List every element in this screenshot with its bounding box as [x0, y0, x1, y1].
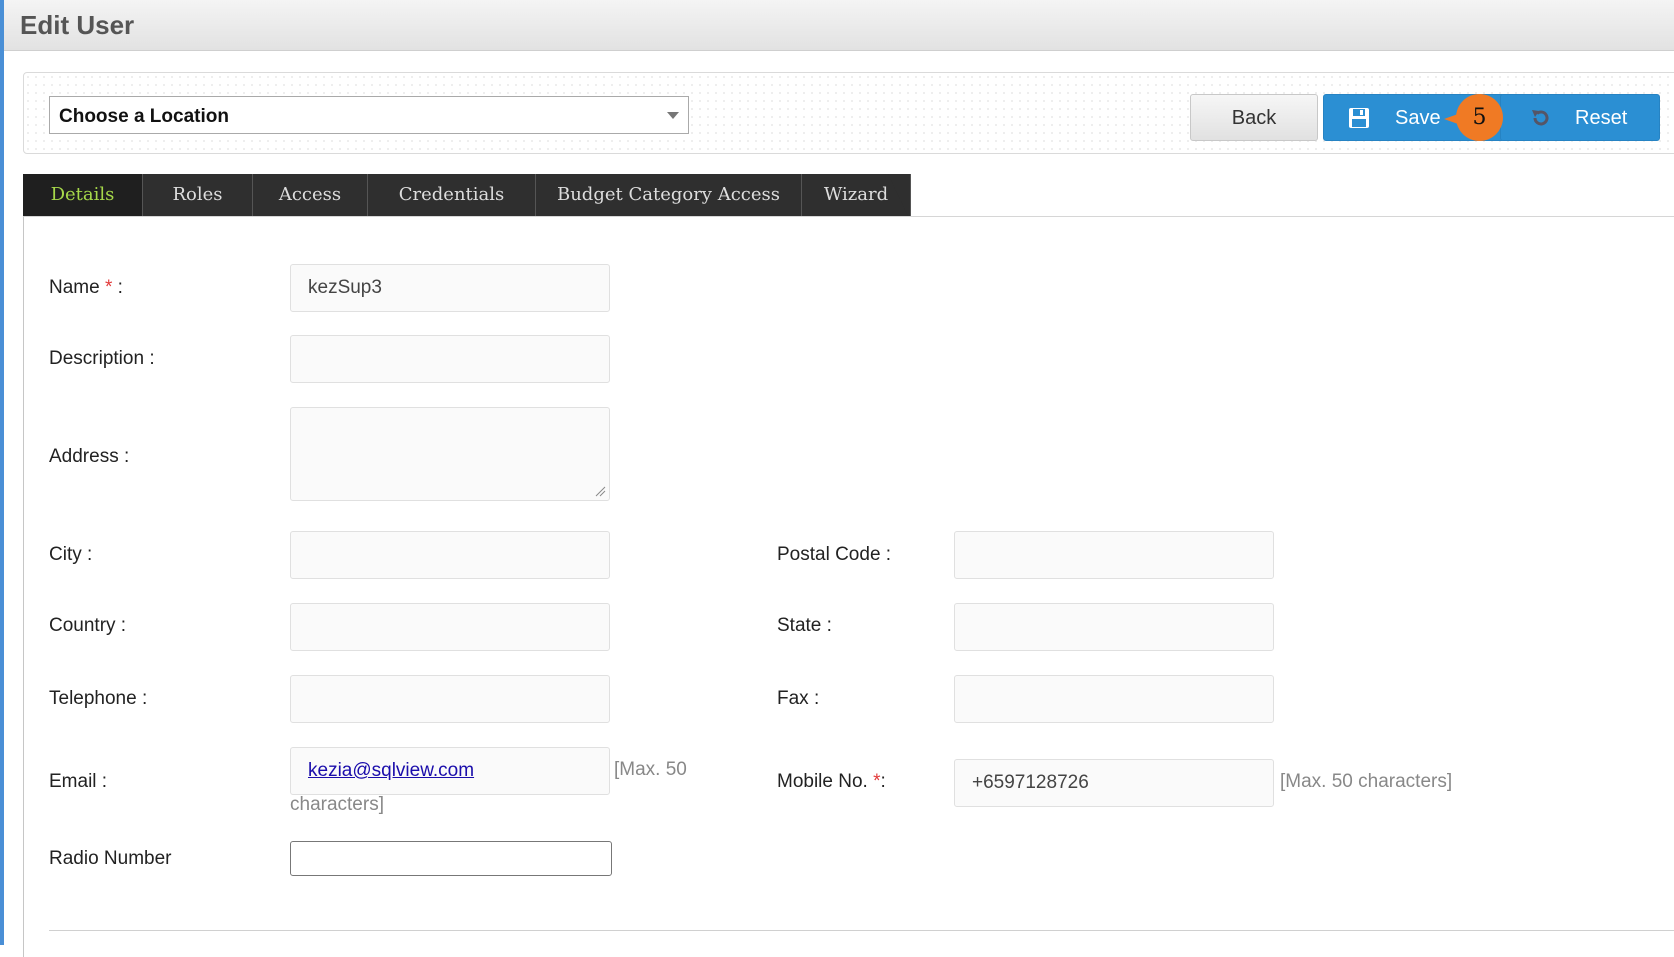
radio-number-label: Radio Number	[49, 848, 172, 869]
tab-label: Budget Category Access	[556, 184, 780, 205]
resize-grip-icon[interactable]	[594, 485, 606, 497]
location-select-value: Choose a Location	[59, 106, 229, 127]
tab-bar: Details Roles Access Credentials Budget …	[23, 174, 913, 216]
step-badge: 5	[1456, 94, 1503, 141]
radio-number-input[interactable]	[290, 841, 612, 876]
postal-code-input[interactable]	[954, 531, 1274, 579]
city-input[interactable]	[290, 531, 610, 579]
tab-end-cap	[888, 174, 908, 216]
description-label: Description :	[49, 348, 155, 369]
name-input[interactable]: kezSup3	[290, 264, 610, 312]
email-input[interactable]: kezia@sqlview.com	[290, 747, 610, 795]
state-input[interactable]	[954, 603, 1274, 651]
name-label: Name * :	[49, 277, 123, 298]
tab-details[interactable]: Details	[23, 174, 143, 216]
required-marker: *	[873, 771, 881, 792]
back-button-label: Back	[1231, 107, 1277, 129]
country-input[interactable]	[290, 603, 610, 651]
email-value[interactable]: kezia@sqlview.com	[308, 760, 474, 781]
tab-credentials[interactable]: Credentials	[368, 174, 536, 216]
telephone-input[interactable]	[290, 675, 610, 723]
tab-label: Roles	[172, 184, 223, 205]
tab-access[interactable]: Access	[253, 174, 368, 216]
page-header: Edit User	[4, 0, 1674, 51]
fax-input[interactable]	[954, 675, 1274, 723]
telephone-label: Telephone :	[49, 688, 148, 709]
reset-button[interactable]: Reset	[1500, 94, 1660, 141]
mobile-max-length-hint: [Max. 50 characters]	[1280, 771, 1453, 792]
address-textarea[interactable]	[290, 407, 610, 501]
email-label: Email :	[49, 771, 108, 792]
email-max-length-hint-continued: characters]	[290, 794, 384, 815]
description-input[interactable]	[290, 335, 610, 383]
postal-code-label: Postal Code :	[777, 544, 892, 565]
country-label: Country :	[49, 615, 127, 636]
page-title: Edit User	[20, 10, 135, 40]
address-label: Address :	[49, 446, 130, 467]
tab-label: Access	[278, 184, 342, 205]
section-divider	[49, 930, 1674, 931]
back-button[interactable]: Back	[1190, 94, 1318, 141]
location-select[interactable]: Choose a Location	[49, 96, 689, 134]
mobile-label: Mobile No. *:	[777, 771, 886, 792]
details-panel	[23, 216, 1674, 957]
chevron-down-icon	[667, 112, 679, 119]
state-label: State :	[777, 615, 832, 636]
fax-label: Fax :	[777, 688, 820, 709]
window-left-edge	[0, 0, 4, 945]
floppy-disk-icon	[1348, 107, 1370, 129]
tab-budget-category-access[interactable]: Budget Category Access	[536, 174, 802, 216]
tab-label: Credentials	[398, 184, 505, 205]
mobile-input[interactable]: +6597128726	[954, 759, 1274, 807]
email-max-length-hint: [Max. 50	[614, 759, 687, 780]
save-button-label: Save	[1395, 107, 1441, 129]
tab-label: Details	[50, 184, 115, 205]
city-label: City :	[49, 544, 93, 565]
tab-roles[interactable]: Roles	[143, 174, 253, 216]
undo-icon	[1529, 106, 1553, 130]
reset-button-label: Reset	[1575, 107, 1628, 129]
